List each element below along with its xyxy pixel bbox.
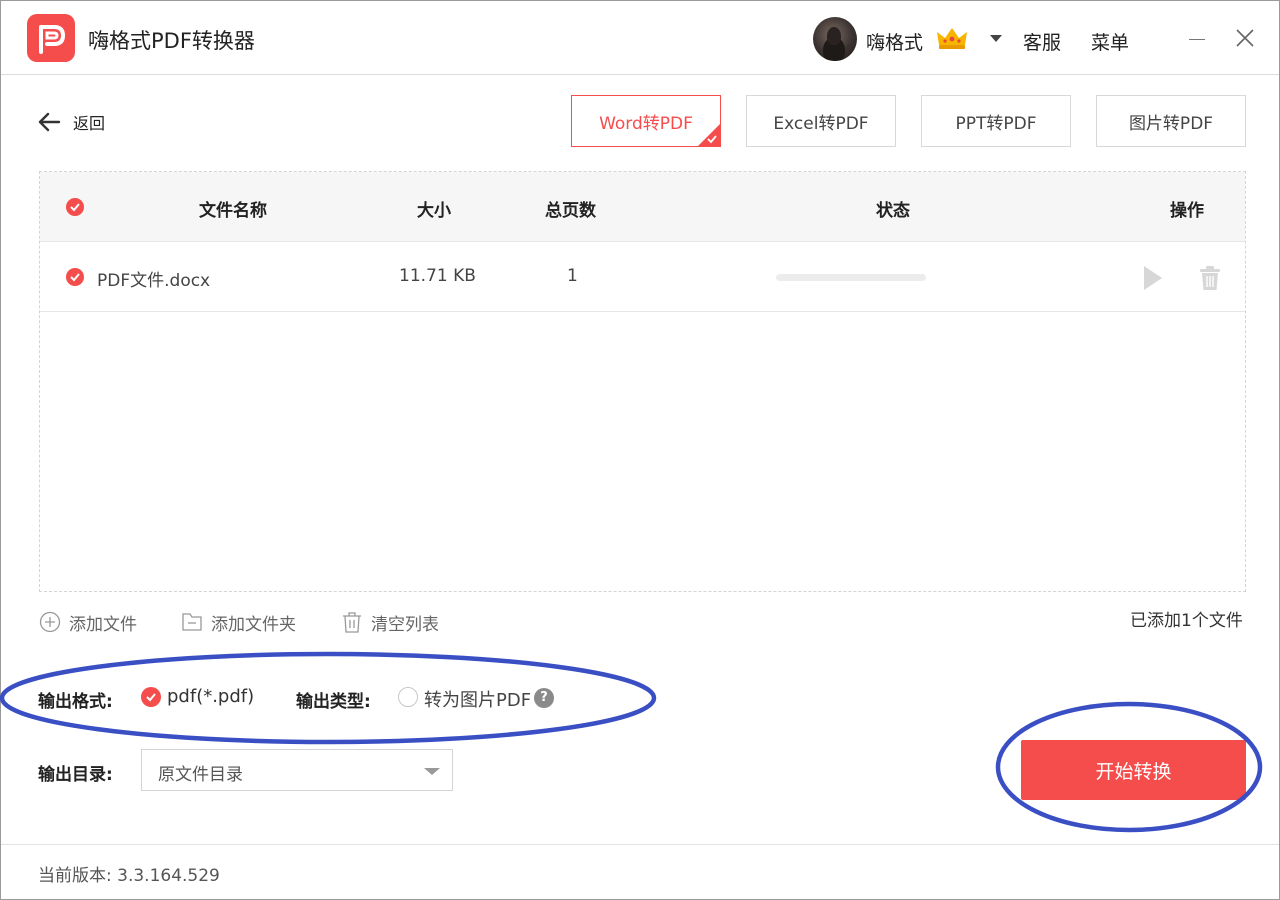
file-name: PDF文件.docx <box>97 271 211 291</box>
column-header-actions: 操作 <box>1170 201 1204 221</box>
close-icon[interactable] <box>1235 28 1255 48</box>
tab-label: Excel转PDF <box>773 113 869 134</box>
check-icon <box>707 135 717 144</box>
clear-list-label: 清空列表 <box>371 614 439 635</box>
add-file-button[interactable]: 添加文件 <box>39 609 137 635</box>
tab-label: 图片转PDF <box>1128 113 1214 134</box>
tab-ppt-to-pdf[interactable]: PPT转PDF <box>921 95 1071 147</box>
format-pdf-label[interactable]: pdf(*.pdf) <box>167 686 254 707</box>
tab-label: PPT转PDF <box>955 113 1037 134</box>
username[interactable]: 嗨格式 <box>866 28 923 55</box>
tab-word-to-pdf[interactable]: Word转PDF <box>571 95 721 147</box>
output-format-label: 输出格式: <box>38 692 113 712</box>
add-file-label: 添加文件 <box>69 614 137 635</box>
app-title: 嗨格式PDF转换器 <box>88 29 255 53</box>
table-row: PDF文件.docx 11.71 KB 1 <box>40 242 1245 312</box>
output-type-label: 输出类型: <box>296 692 371 712</box>
chevron-down-icon[interactable] <box>990 35 1002 42</box>
column-header-size: 大小 <box>417 201 451 221</box>
back-label: 返回 <box>73 114 106 133</box>
file-pages: 1 <box>567 266 578 286</box>
image-pdf-label[interactable]: 转为图片PDF <box>424 686 531 712</box>
app-window: 嗨格式PDF转换器 嗨格式 客服 菜单 返回 Word转PDF Excel转PD… <box>0 0 1280 900</box>
output-directory-value: 原文件目录 <box>158 765 243 785</box>
file-count: 已添加1个文件 <box>1130 611 1243 631</box>
tab-excel-to-pdf[interactable]: Excel转PDF <box>746 95 896 147</box>
column-header-status: 状态 <box>876 201 910 221</box>
column-header-name: 文件名称 <box>199 201 267 221</box>
output-directory-select[interactable]: 原文件目录 <box>141 749 453 791</box>
minimize-icon[interactable] <box>1189 39 1205 40</box>
trash-icon[interactable] <box>1199 265 1221 291</box>
help-icon[interactable]: ? <box>534 688 554 708</box>
back-button[interactable]: 返回 <box>37 109 105 135</box>
footer: 当前版本: 3.3.164.529 <box>1 844 1279 899</box>
file-size: 11.71 KB <box>399 266 476 286</box>
arrow-left-icon <box>38 112 61 132</box>
row-checkbox[interactable] <box>66 268 84 286</box>
image-pdf-radio[interactable] <box>398 687 418 707</box>
file-list: 文件名称 大小 总页数 状态 操作 PDF文件.docx 11.71 KB 1 <box>39 171 1246 592</box>
plus-circle-icon <box>39 611 61 633</box>
menu-link[interactable]: 菜单 <box>1091 28 1129 55</box>
check-icon <box>146 693 156 702</box>
check-icon <box>70 203 80 212</box>
add-folder-label: 添加文件夹 <box>211 614 296 635</box>
output-directory-label: 输出目录: <box>38 765 113 785</box>
select-all-checkbox[interactable] <box>66 198 84 216</box>
customer-service-link[interactable]: 客服 <box>1023 28 1061 55</box>
tab-image-to-pdf[interactable]: 图片转PDF <box>1096 95 1246 147</box>
table-header: 文件名称 大小 总页数 状态 操作 <box>40 172 1245 242</box>
start-convert-button[interactable]: 开始转换 <box>1021 740 1246 800</box>
tab-label: Word转PDF <box>599 113 693 134</box>
folder-icon <box>182 613 202 631</box>
trash-icon <box>343 612 361 633</box>
title-bar: 嗨格式PDF转换器 嗨格式 客服 菜单 <box>1 1 1279 75</box>
format-pdf-radio[interactable] <box>141 687 161 707</box>
chevron-down-icon <box>424 768 440 775</box>
add-folder-button[interactable]: 添加文件夹 <box>181 609 296 635</box>
column-header-pages: 总页数 <box>545 201 596 221</box>
check-icon <box>70 273 80 282</box>
crown-icon <box>937 28 967 49</box>
app-logo-icon <box>27 14 75 62</box>
play-icon[interactable] <box>1144 266 1162 290</box>
conversion-progress <box>776 274 926 281</box>
version-label: 当前版本: 3.3.164.529 <box>38 866 220 886</box>
clear-list-button[interactable]: 清空列表 <box>341 609 439 635</box>
avatar[interactable] <box>813 17 857 61</box>
